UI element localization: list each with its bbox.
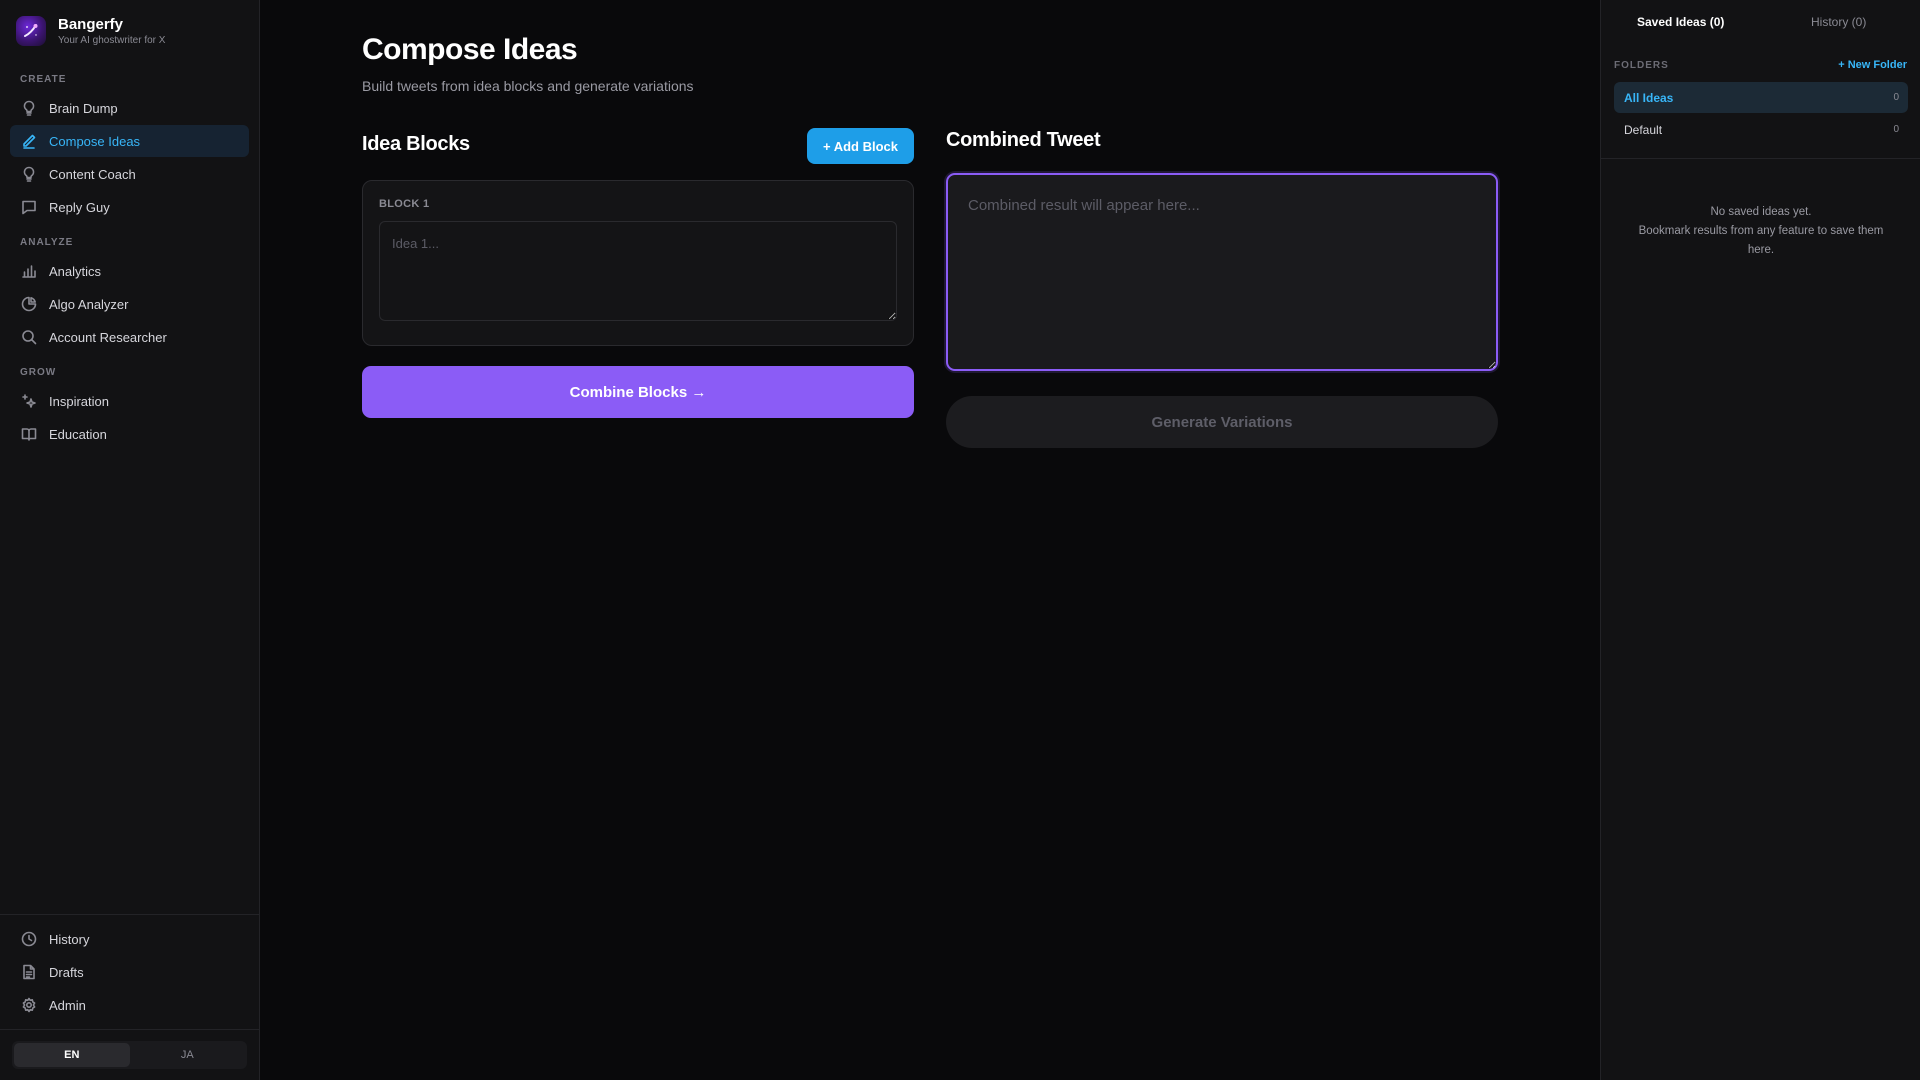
sidebar-item-label: History [49,931,90,947]
bar-chart-icon [22,265,36,278]
folder-count: 0 [1893,124,1899,135]
idea-block-card: BLOCK 1 [362,180,914,346]
sidebar-item-label: Education [49,426,107,442]
language-en-button[interactable]: EN [14,1043,130,1067]
sidebar-divider [0,1029,260,1030]
sidebar-item-reply-guy[interactable]: Reply Guy [10,191,249,223]
combined-tweet-textarea[interactable] [946,173,1498,371]
search-icon [22,330,37,345]
idea-blocks-heading: Idea Blocks [362,133,470,155]
idea-block-input[interactable] [379,221,897,321]
brand-tagline: Your AI ghostwriter for X [58,35,166,46]
folders-label: FOLDERS [1614,60,1669,71]
sidebar-item-admin[interactable]: Admin [10,989,249,1021]
folder-default[interactable]: Default 0 [1614,114,1908,145]
folder-name: All Ideas [1624,90,1674,105]
book-open-icon [21,428,37,441]
sidebar-item-account-researcher[interactable]: Account Researcher [10,321,249,353]
pen-icon [23,134,36,149]
sidebar-item-label: Account Researcher [49,329,167,345]
sidebar-item-label: Reply Guy [49,199,110,215]
section-label-grow: GROW [20,367,57,378]
language-ja-button[interactable]: JA [130,1043,246,1067]
sidebar-item-compose-ideas[interactable]: Compose Ideas [10,125,249,157]
gear-icon [22,997,36,1013]
folder-count: 0 [1893,92,1899,103]
page-subtitle: Build tweets from idea blocks and genera… [362,78,694,94]
generate-variations-button[interactable]: Generate Variations [946,396,1498,448]
folder-all-ideas[interactable]: All Ideas 0 [1614,82,1908,113]
saved-ideas-panel: Saved Ideas (0) History (0) FOLDERS + Ne… [1600,0,1920,1080]
panel-divider [1601,158,1920,159]
add-block-button[interactable]: + Add Block [807,128,914,164]
sidebar-item-algo-analyzer[interactable]: Algo Analyzer [10,288,249,320]
block-label: BLOCK 1 [379,198,430,210]
sidebar-item-label: Admin [49,997,86,1013]
sidebar-item-label: Content Coach [49,166,136,182]
sidebar-item-inspiration[interactable]: Inspiration [10,385,249,417]
pie-chart-icon [21,296,37,312]
sidebar-item-brain-dump[interactable]: Brain Dump [10,92,249,124]
page-title: Compose Ideas [362,33,578,66]
sidebar-item-label: Inspiration [49,393,109,409]
tab-history[interactable]: History (0) [1811,15,1866,29]
language-toggle: EN JA [12,1041,247,1069]
brand-logo-icon [16,16,46,46]
sidebar-item-drafts[interactable]: Drafts [10,956,249,988]
sidebar-item-label: Compose Ideas [49,133,141,149]
combined-tweet-heading: Combined Tweet [946,129,1101,151]
sidebar-item-label: Drafts [49,964,84,980]
combine-blocks-button[interactable]: Combine Blocks → [362,366,914,418]
file-text-icon [23,964,35,980]
sidebar: Bangerfy Your AI ghostwriter for X CREAT… [0,0,260,1080]
sidebar-item-label: Algo Analyzer [49,296,129,312]
empty-state-line-2: Bookmark results from any feature to sav… [1638,225,1884,256]
new-folder-button[interactable]: + New Folder [1838,59,1907,71]
tab-saved-ideas[interactable]: Saved Ideas (0) [1637,15,1724,29]
folder-name: Default [1624,122,1663,137]
sidebar-item-content-coach[interactable]: Content Coach [10,158,249,190]
message-square-icon [22,200,36,215]
brand-name: Bangerfy [58,16,124,33]
sidebar-item-label: Brain Dump [49,100,118,116]
brand[interactable]: Bangerfy Your AI ghostwriter for X [16,16,165,46]
sidebar-item-analytics[interactable]: Analytics [10,255,249,287]
sidebar-item-history[interactable]: History [10,923,249,955]
clock-icon [21,931,37,947]
sidebar-item-education[interactable]: Education [10,418,249,450]
lightbulb-icon [23,100,35,116]
sidebar-item-label: Analytics [49,263,102,279]
lightbulb-icon [23,166,35,182]
section-label-analyze: ANALYZE [20,237,74,248]
empty-state-message: No saved ideas yet. Bookmark results fro… [1625,203,1897,260]
app-root: Bangerfy Your AI ghostwriter for X CREAT… [0,0,1920,1080]
sidebar-divider [0,914,260,915]
section-label-create: CREATE [20,74,67,85]
sparkles-icon [22,394,36,408]
empty-state-line-1: No saved ideas yet. [1710,206,1812,218]
